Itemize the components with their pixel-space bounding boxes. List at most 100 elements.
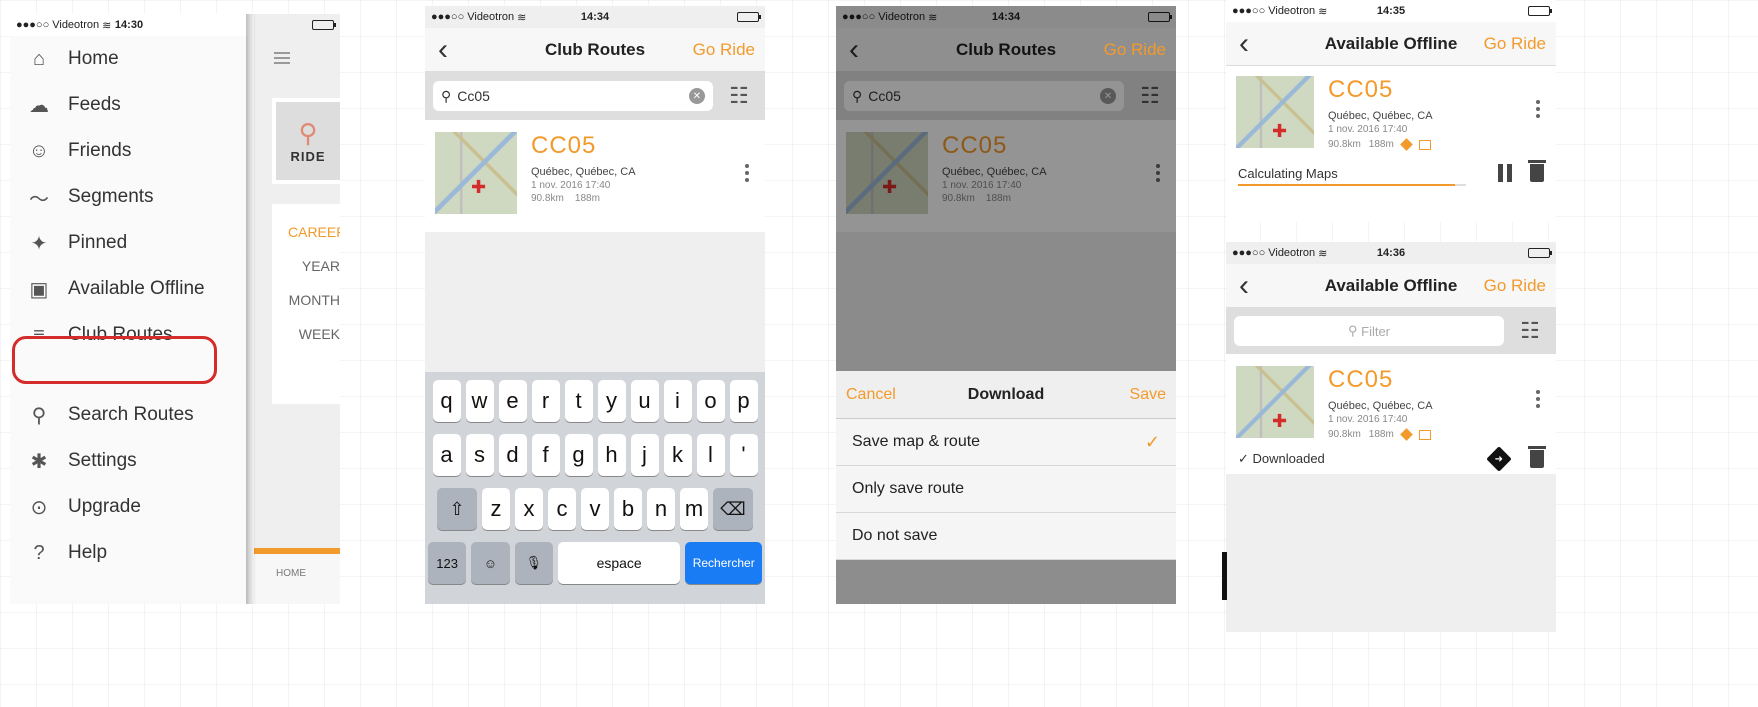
wifi-icon: ≋ — [517, 11, 527, 24]
key[interactable]: o — [696, 380, 725, 422]
key[interactable]: h — [597, 434, 626, 476]
key[interactable]: n — [647, 488, 675, 530]
emoji-key[interactable]: ☺ — [471, 542, 510, 584]
download-controls — [1498, 160, 1546, 182]
downloaded-row: ✓ Downloaded ➜ — [1226, 444, 1556, 474]
option-save-map-and-route[interactable]: Save map & route ✓ — [836, 419, 1176, 466]
cancel-button[interactable]: Cancel — [846, 386, 896, 404]
more-options-icon[interactable] — [1536, 390, 1540, 408]
menu-item-segments[interactable]: 〜 Segments — [10, 174, 248, 220]
key[interactable]: c — [548, 488, 576, 530]
trash-icon[interactable] — [1528, 160, 1546, 182]
keyboard-row-2: a s d f g h j k l ' — [428, 434, 762, 476]
filter-icon[interactable]: ☷ — [1512, 316, 1548, 346]
sheet-header: Cancel Download Save — [836, 371, 1176, 419]
key[interactable]: a — [432, 434, 461, 476]
key[interactable]: d — [498, 434, 527, 476]
ride-card[interactable]: ⚲ RIDE — [272, 98, 340, 184]
key[interactable]: b — [614, 488, 642, 530]
status-bar: ●●●○○ Videotron ≋ 14:36 — [1226, 242, 1556, 264]
go-ride-button[interactable]: Go Ride — [1484, 34, 1556, 54]
keyboard: q w e r t y u i o p a s d f g h j k l ' … — [425, 372, 765, 604]
route-elevation: 188m — [1368, 139, 1394, 150]
key[interactable]: k — [663, 434, 692, 476]
stats-month: MONTH — [288, 292, 340, 308]
key[interactable]: t — [564, 380, 593, 422]
gear-icon: ✱ — [30, 450, 48, 473]
key[interactable]: l — [696, 434, 725, 476]
route-location: Québec, Québec, CA — [1328, 110, 1433, 122]
route-date: 1 nov. 2016 17:40 — [1328, 124, 1408, 135]
pause-icon[interactable] — [1498, 164, 1512, 182]
key[interactable]: j — [630, 434, 659, 476]
save-button[interactable]: Save — [1130, 386, 1166, 404]
menu-item-home[interactable]: ⌂ Home — [10, 36, 248, 82]
menu-item-friends[interactable]: ☺ Friends — [10, 128, 248, 174]
key[interactable]: ' — [729, 434, 758, 476]
route-stats: 90.8km 188m — [531, 193, 755, 204]
trash-icon[interactable] — [1528, 446, 1546, 468]
key[interactable]: p — [729, 380, 758, 422]
download-sheet: Cancel Download Save Save map & route ✓ … — [836, 371, 1176, 604]
back-button[interactable]: ‹ — [1226, 24, 1262, 64]
map-thumbnail: ✚ — [1236, 366, 1314, 438]
route-info: CC05 Québec, Québec, CA 1 nov. 2016 17:4… — [1328, 366, 1546, 441]
route-row[interactable]: ✚ CC05 Québec, Québec, CA 1 nov. 2016 17… — [1226, 66, 1556, 156]
option-label: Do not save — [852, 527, 938, 544]
modal-overlay[interactable] — [836, 6, 1176, 371]
menu-icon[interactable] — [274, 52, 290, 64]
go-ride-button[interactable]: Go Ride — [1484, 276, 1556, 296]
key[interactable]: v — [581, 488, 609, 530]
delete-key[interactable]: ⌫ — [713, 488, 753, 530]
key[interactable]: s — [465, 434, 494, 476]
key[interactable]: m — [680, 488, 708, 530]
menu-item-pinned[interactable]: ✦ Pinned — [10, 220, 248, 266]
route-row[interactable]: ✚ CC05 Québec, Québec, CA 1 nov. 2016 17… — [1226, 354, 1556, 444]
key[interactable]: g — [564, 434, 593, 476]
menu-item-search-routes[interactable]: ⚲ Search Routes — [10, 392, 248, 438]
filter-input[interactable]: ⚲ Filter — [1234, 316, 1504, 346]
search-key[interactable]: Rechercher — [685, 542, 762, 584]
back-button[interactable]: ‹ — [1226, 266, 1262, 306]
key[interactable]: x — [515, 488, 543, 530]
key[interactable]: e — [498, 380, 527, 422]
menu-item-upgrade[interactable]: ⊙ Upgrade — [10, 484, 248, 530]
menu-item-settings[interactable]: ✱ Settings — [10, 438, 248, 484]
back-button[interactable]: ‹ — [425, 30, 461, 70]
menu-item-feeds[interactable]: ☁ Feeds — [10, 82, 248, 128]
keyboard-row-1: q w e r t y u i o p — [428, 380, 762, 422]
navigate-icon[interactable]: ➜ — [1486, 446, 1512, 472]
go-ride-button[interactable]: Go Ride — [1104, 40, 1176, 60]
space-key[interactable]: espace — [557, 542, 681, 584]
status-bar-right — [254, 14, 340, 36]
key[interactable]: w — [465, 380, 494, 422]
search-icon: ⚲ — [441, 87, 452, 104]
more-options-icon[interactable] — [745, 164, 749, 182]
route-date: 1 nov. 2016 17:40 — [1328, 414, 1408, 425]
route-row[interactable]: ✚ CC05 Québec, Québec, CA 1 nov. 2016 17… — [425, 120, 765, 232]
tab-home[interactable]: HOME — [276, 568, 340, 579]
filter-icon[interactable]: ☷ — [721, 81, 757, 111]
option-only-save-route[interactable]: Only save route — [836, 466, 1176, 513]
key[interactable]: r — [531, 380, 560, 422]
search-input[interactable]: ⚲ Cc05 ✕ — [433, 81, 713, 111]
clear-icon[interactable]: ✕ — [689, 88, 705, 104]
downloaded-actions: ➜ — [1486, 446, 1546, 472]
key[interactable]: u — [630, 380, 659, 422]
menu-item-help[interactable]: ? Help — [10, 530, 248, 576]
route-date: 1 nov. 2016 17:40 — [531, 180, 611, 191]
go-ride-button[interactable]: Go Ride — [693, 40, 765, 60]
option-do-not-save[interactable]: Do not save — [836, 513, 1176, 560]
shift-key[interactable]: ⇧ — [437, 488, 477, 530]
microphone-key[interactable]: 🎙 — [514, 542, 553, 584]
signal-icon: ●●●○○ — [431, 11, 465, 23]
key[interactable]: f — [531, 434, 560, 476]
numbers-key[interactable]: 123 — [428, 542, 467, 584]
menu-item-available-offline[interactable]: ▣ Available Offline — [10, 266, 248, 312]
key[interactable]: i — [663, 380, 692, 422]
key[interactable]: z — [482, 488, 510, 530]
key[interactable]: y — [597, 380, 626, 422]
key[interactable]: q — [432, 380, 461, 422]
cloud-icon: ☁ — [29, 94, 49, 117]
more-options-icon[interactable] — [1536, 100, 1540, 118]
